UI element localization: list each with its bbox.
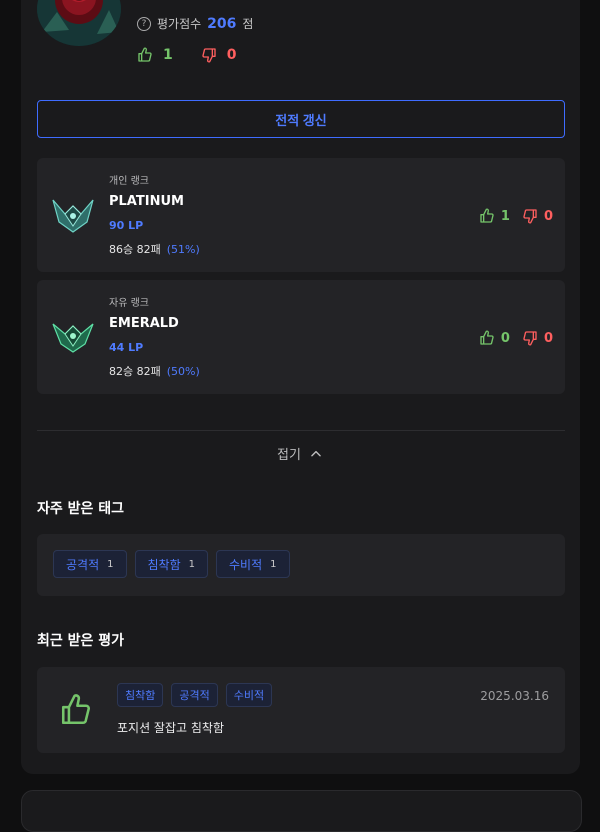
win-rate: (51%) — [166, 243, 200, 256]
review-tags: 침착함 공격적 수비적 — [117, 683, 273, 707]
thumbs-up-icon[interactable] — [479, 208, 495, 224]
thumbs-down-icon[interactable] — [201, 47, 217, 63]
next-card — [21, 790, 582, 832]
chevron-up-icon — [311, 450, 321, 456]
rank-record: 86승 82패 (51%) — [109, 241, 200, 257]
score-unit: 점 — [242, 17, 254, 31]
rank-card-flex: 자유 랭크 EMERALD 44 LP 82승 82패 (50%) 0 0 — [37, 280, 565, 394]
fold-label: 접기 — [277, 448, 301, 463]
like-count: 1 — [163, 47, 173, 63]
score-row: ? 평가점수 206 점 — [137, 15, 253, 32]
rank-tier: PLATINUM — [109, 194, 184, 209]
review-tag: 공격적 — [171, 683, 218, 707]
emerald-emblem-icon — [52, 323, 94, 353]
dislike-count: 0 — [543, 330, 553, 346]
tag-label: 침착함 — [147, 557, 181, 572]
thumbs-down-icon[interactable] — [522, 330, 538, 346]
tag-list-box: 공격적 1 침착함 1 수비적 1 — [37, 534, 565, 596]
rank-queue: 개인 랭크 — [109, 176, 149, 187]
divider — [37, 430, 565, 431]
rank-card-solo: 개인 랭크 PLATINUM 90 LP 86승 82패 (51%) 1 0 — [37, 158, 565, 272]
rank-lp: 44 LP — [109, 341, 144, 354]
dislike-count: 0 — [543, 208, 553, 224]
review-text: 포지션 잘잡고 침착함 — [117, 721, 224, 735]
thumbs-up-icon[interactable] — [479, 330, 495, 346]
tag-label: 공격적 — [66, 557, 100, 572]
tag-count: 1 — [188, 558, 195, 570]
thumbs-up-icon — [61, 694, 91, 725]
tag-label: 수비적 — [229, 557, 263, 572]
review-date: 2025.03.16 — [480, 689, 549, 703]
tag-chip[interactable]: 공격적 1 — [53, 550, 127, 578]
tag-chip[interactable]: 수비적 1 — [216, 550, 290, 578]
help-icon[interactable]: ? — [137, 16, 151, 31]
like-count: 0 — [500, 330, 510, 346]
thumbs-up-icon[interactable] — [137, 47, 153, 63]
win-loss: 86승 82패 — [109, 243, 161, 256]
tag-chip[interactable]: 침착함 1 — [134, 550, 208, 578]
thumbs-down-icon[interactable] — [522, 208, 538, 224]
review-item: 침착함 공격적 수비적 포지션 잘잡고 침착함 2025.03.16 — [37, 667, 565, 753]
rank-queue: 자유 랭크 — [109, 298, 149, 309]
review-tag: 침착함 — [117, 683, 164, 707]
tag-count: 1 — [270, 558, 277, 570]
rank-lp: 90 LP — [109, 219, 144, 232]
score-value: 206 — [207, 15, 237, 32]
like-count: 1 — [500, 208, 510, 224]
tags-section-title: 자주 받은 태그 — [37, 501, 125, 517]
review-tag: 수비적 — [225, 683, 273, 707]
platinum-emblem-icon — [52, 199, 94, 233]
rank-votes: 1 0 — [479, 208, 553, 224]
rank-record: 82승 82패 (50%) — [109, 363, 200, 379]
tag-count: 1 — [107, 558, 114, 570]
refresh-record-button[interactable]: 전적 갱신 — [37, 100, 565, 138]
rank-votes: 0 0 — [479, 330, 553, 346]
rank-tier: EMERALD — [109, 316, 179, 331]
win-rate: (50%) — [166, 365, 200, 378]
dislike-count: 0 — [226, 47, 237, 63]
profile-votes: 1 0 — [137, 47, 237, 63]
win-loss: 82승 82패 — [109, 365, 161, 378]
reviews-section-title: 최근 받은 평가 — [37, 633, 125, 649]
fold-toggle[interactable]: 접기 — [0, 444, 600, 463]
score-label: 평가점수 — [157, 17, 202, 31]
